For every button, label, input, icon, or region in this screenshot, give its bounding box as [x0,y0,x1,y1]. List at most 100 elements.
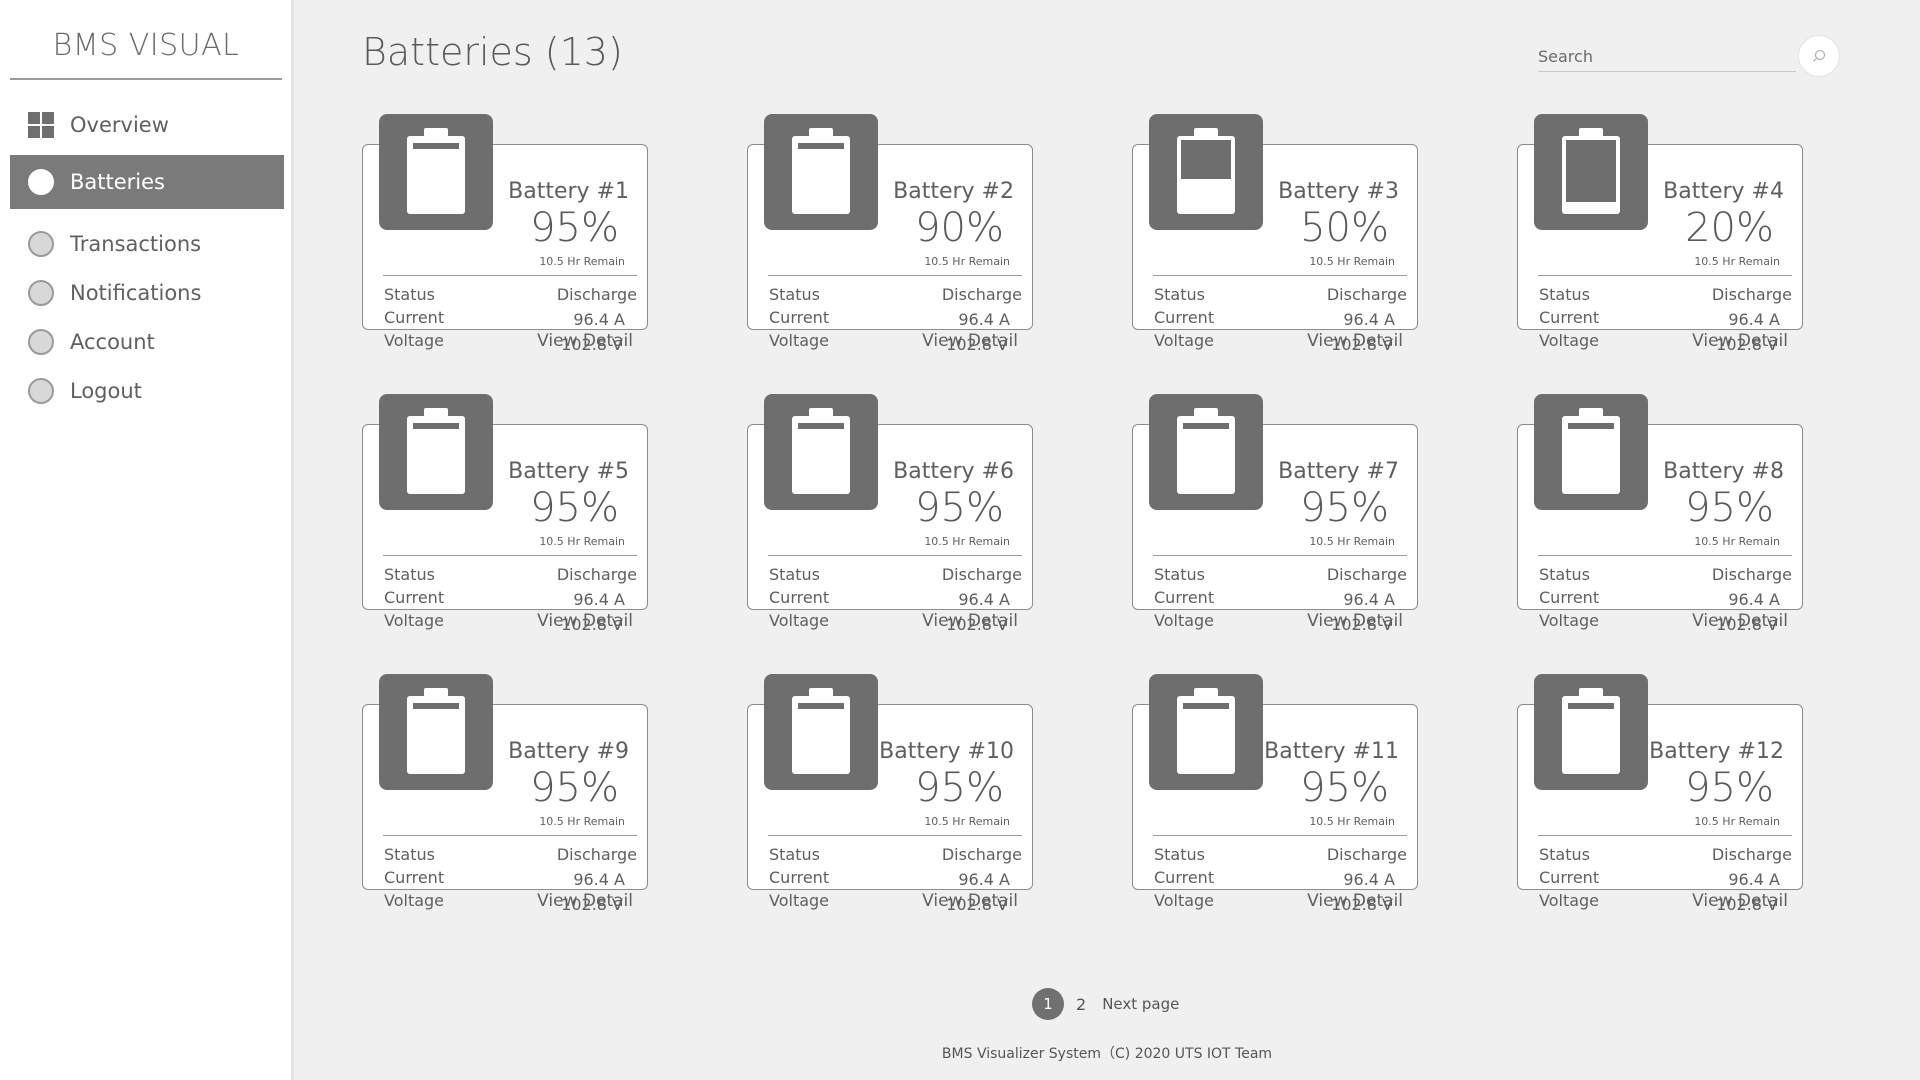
battery-name: Battery #12 [1649,739,1784,764]
view-detail-link[interactable]: View Detail [922,331,1018,351]
battery-remain: 10.5 Hr Remain [1694,815,1780,828]
status-label: Status [384,565,435,584]
status-label: Status [1539,845,1590,864]
current-label: Current [1154,588,1215,607]
page-2-link[interactable]: 2 [1076,995,1086,1014]
battery-card: Battery #9 95% 10.5 Hr Remain Status Current… [362,674,648,914]
search-input[interactable] [1538,42,1778,70]
sidebar-item-label: Logout [70,379,142,403]
battery-card: Battery #3 50% 10.5 Hr Remain Status Current… [1132,114,1418,354]
view-detail-link[interactable]: View Detail [922,891,1018,911]
status-label: Status [1539,285,1590,304]
battery-level-indicator [407,416,465,494]
battery-percent: 95% [915,485,1004,531]
battery-icon [764,114,878,230]
battery-card: Battery #5 95% 10.5 Hr Remain Status Current… [362,394,648,634]
battery-level-indicator [1562,696,1620,774]
status-value: Discharge [941,845,1022,864]
status-label: Status [1154,565,1205,584]
status-label: Status [384,845,435,864]
battery-remain: 10.5 Hr Remain [539,815,625,828]
battery-percent: 20% [1685,205,1774,251]
battery-empty-portion [798,143,844,149]
battery-empty-portion [413,423,459,429]
battery-name: Battery #4 [1663,179,1784,204]
battery-level-indicator [1177,696,1235,774]
divider [1538,555,1792,556]
battery-empty-portion [1181,140,1231,179]
current-label: Current [1539,868,1600,887]
current-value: 96.4 A [1343,310,1395,329]
battery-name: Battery #9 [508,739,629,764]
current-label: Current [769,588,830,607]
battery-card: Battery #8 95% 10.5 Hr Remain Status Current… [1517,394,1803,634]
status-label: Status [769,285,820,304]
battery-card: Battery #1 95% 10.5 Hr Remain Status Current… [362,114,648,354]
sidebar: BMS VISUAL Overview Batteries Transactio… [0,0,294,1080]
battery-card: Battery #6 95% 10.5 Hr Remain Status Current… [747,394,1033,634]
battery-name: Battery #2 [893,179,1014,204]
circle-icon [28,231,54,257]
current-value: 96.4 A [1728,590,1780,609]
sidebar-item-logout[interactable]: Logout [10,364,284,418]
battery-empty-portion [1183,703,1229,709]
current-value: 96.4 A [573,870,625,889]
battery-grid: Battery #1 95% 10.5 Hr Remain Status Current… [362,114,1822,934]
divider [1153,555,1407,556]
sidebar-item-transactions[interactable]: Transactions [10,217,284,271]
current-label: Current [384,868,445,887]
view-detail-link[interactable]: View Detail [1692,331,1788,351]
status-label: Status [1154,845,1205,864]
battery-remain: 10.5 Hr Remain [1309,815,1395,828]
status-value: Discharge [1711,565,1792,584]
battery-remain: 10.5 Hr Remain [539,535,625,548]
battery-icon [379,114,493,230]
voltage-label: Voltage [384,891,445,910]
battery-level-indicator [1562,416,1620,494]
view-detail-link[interactable]: View Detail [1692,611,1788,631]
current-label: Current [384,588,445,607]
voltage-label: Voltage [1154,611,1215,630]
view-detail-link[interactable]: View Detail [537,891,633,911]
view-detail-link[interactable]: View Detail [1307,331,1403,351]
battery-name: Battery #5 [508,459,629,484]
status-value: Discharge [1326,565,1407,584]
view-detail-link[interactable]: View Detail [1692,891,1788,911]
status-label: Status [1539,565,1590,584]
battery-empty-portion [1568,423,1614,429]
divider [383,835,637,836]
current-value: 96.4 A [1728,310,1780,329]
sidebar-item-account[interactable]: Account [10,315,284,369]
sidebar-item-batteries[interactable]: Batteries [10,155,284,209]
sidebar-item-notifications[interactable]: Notifications [10,266,284,320]
battery-percent: 95% [1300,765,1389,811]
search-field [1538,42,1796,72]
battery-percent: 95% [530,765,619,811]
circle-icon [28,169,54,195]
status-label: Status [384,285,435,304]
current-label: Current [1154,868,1215,887]
view-detail-link[interactable]: View Detail [1307,891,1403,911]
battery-card: Battery #7 95% 10.5 Hr Remain Status Current… [1132,394,1418,634]
grid-icon [28,112,54,138]
battery-percent: 90% [915,205,1004,251]
current-value: 96.4 A [958,590,1010,609]
battery-percent: 95% [1685,765,1774,811]
view-detail-link[interactable]: View Detail [922,611,1018,631]
next-page-link[interactable]: Next page [1102,995,1179,1013]
view-detail-link[interactable]: View Detail [537,611,633,631]
view-detail-link[interactable]: View Detail [1307,611,1403,631]
status-value: Discharge [556,845,637,864]
battery-empty-portion [1566,140,1616,202]
status-value: Discharge [941,285,1022,304]
search-button[interactable] [1798,35,1840,77]
sidebar-item-overview[interactable]: Overview [10,98,284,152]
current-label: Current [384,308,445,327]
view-detail-link[interactable]: View Detail [537,331,633,351]
page-1-button[interactable]: 1 [1032,988,1064,1020]
status-value: Discharge [1711,285,1792,304]
battery-icon [764,394,878,510]
battery-name: Battery #7 [1278,459,1399,484]
battery-icon [764,674,878,790]
footer-text: BMS Visualizer System（C) 2020 UTS IOT Te… [941,1046,1273,1062]
